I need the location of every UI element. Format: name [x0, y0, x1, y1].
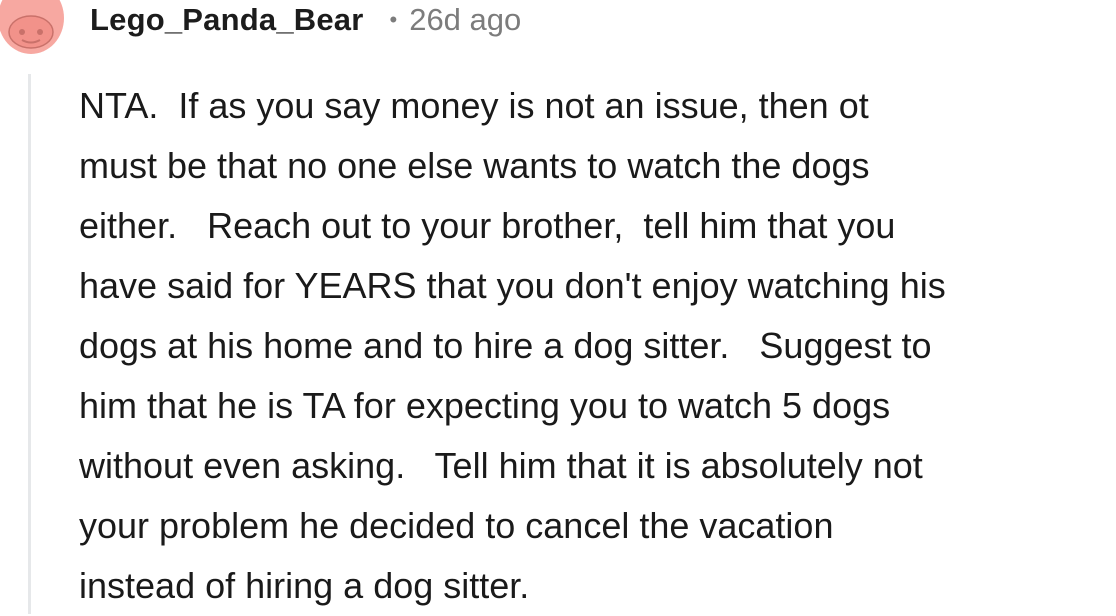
comment-line: instead of hiring a dog sitter. [79, 565, 530, 606]
thread-line[interactable] [28, 74, 31, 614]
timestamp: 26d ago [409, 2, 522, 37]
separator-dot: • [389, 7, 398, 32]
comment-line: without even asking. Tell him that it is… [79, 445, 923, 486]
comment-header: Lego_Panda_Bear • 26d ago [90, 0, 521, 40]
comment-line: NTA. If as you say money is not an issue… [79, 85, 869, 126]
comment-line: him that he is TA for expecting you to w… [79, 385, 891, 426]
comment-line: your problem he decided to cancel the va… [79, 505, 834, 546]
comment-line: either. Reach out to your brother, tell … [79, 205, 896, 246]
comment-line: have said for YEARS that you don't enjoy… [79, 265, 946, 306]
username-link[interactable]: Lego_Panda_Bear [90, 2, 364, 38]
avatar[interactable] [0, 0, 64, 54]
comment-line: dogs at his home and to hire a dog sitte… [79, 325, 932, 366]
snoo-avatar-icon [8, 15, 54, 49]
comment-body: NTA. If as you say money is not an issue… [79, 76, 1113, 616]
comment-line: must be that no one else wants to watch … [79, 145, 870, 186]
